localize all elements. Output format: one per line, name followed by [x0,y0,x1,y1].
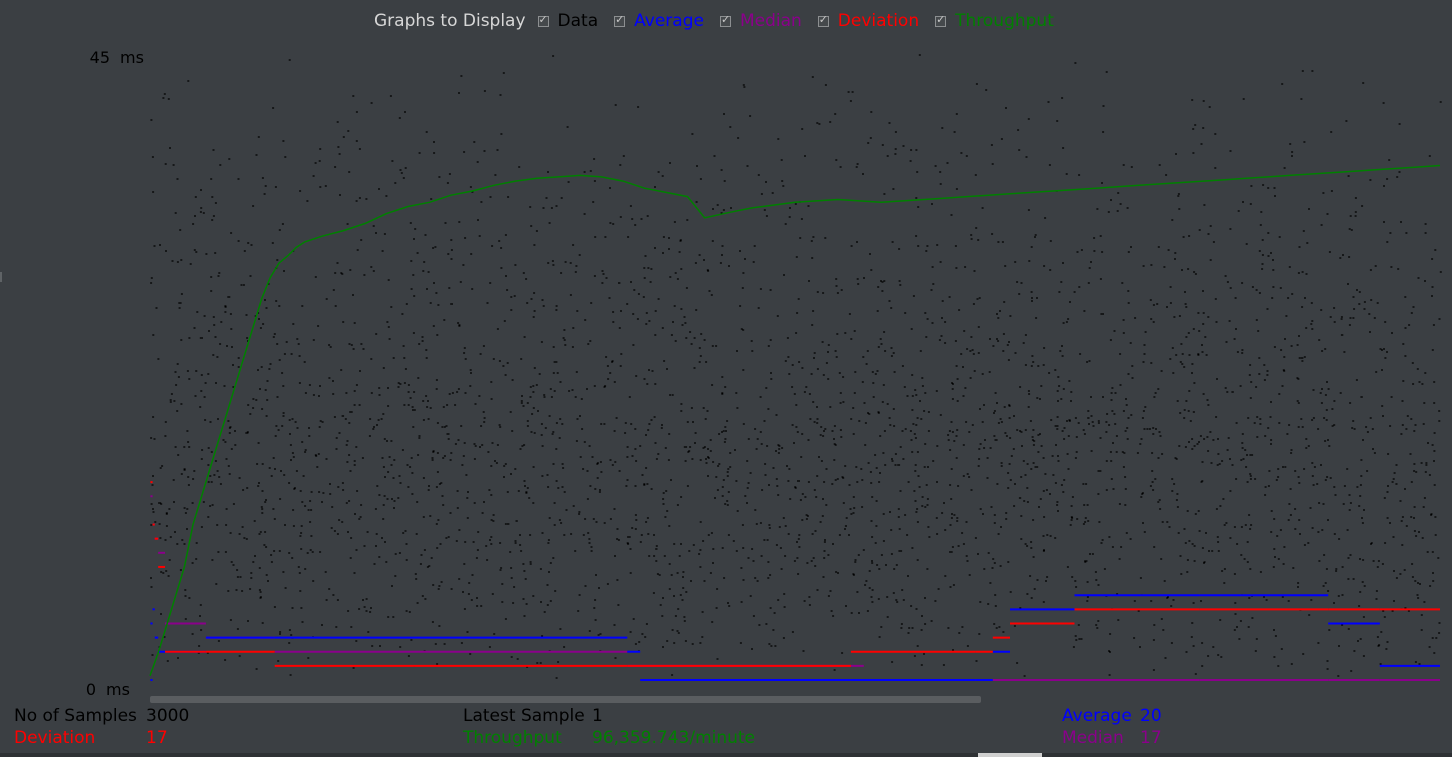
chart-scrollbar[interactable] [150,696,981,703]
bottom-scroll-thumb[interactable] [978,753,1042,757]
y-axis-max-unit: ms [120,48,144,67]
median-stat-label: Median [1062,728,1124,748]
y-axis-min-value: 0 [86,680,96,699]
y-axis-max-value: 45 [90,48,110,67]
bottom-border [0,753,1452,757]
throughput-stat-label: Throughput [463,728,562,748]
average-stat-value: 20 [1140,706,1162,726]
y-axis-min-unit: ms [106,680,130,699]
deviation-stat-value: 17 [146,728,168,748]
average-stat-label: Average [1062,706,1132,726]
samples-value: 3000 [146,706,190,726]
deviation-stat-label: Deviation [14,728,96,748]
throughput-series [149,164,1441,677]
throughput-stat-value: 96,359.743/minute [592,728,756,748]
sample-data-points [150,54,1442,679]
throughput-line [149,164,1441,677]
median-stat-value: 17 [1140,728,1162,748]
average-series [150,594,1440,681]
median-series [150,495,1440,681]
splitter-handle[interactable] [0,272,2,282]
data-sample-marks [150,54,1442,679]
latest-sample-label: Latest Sample [463,706,585,726]
latest-sample-value: 1 [592,706,603,726]
graph-results-chart: 45 ms 0 ms [86,48,1442,699]
samples-label: No of Samples [14,706,137,726]
